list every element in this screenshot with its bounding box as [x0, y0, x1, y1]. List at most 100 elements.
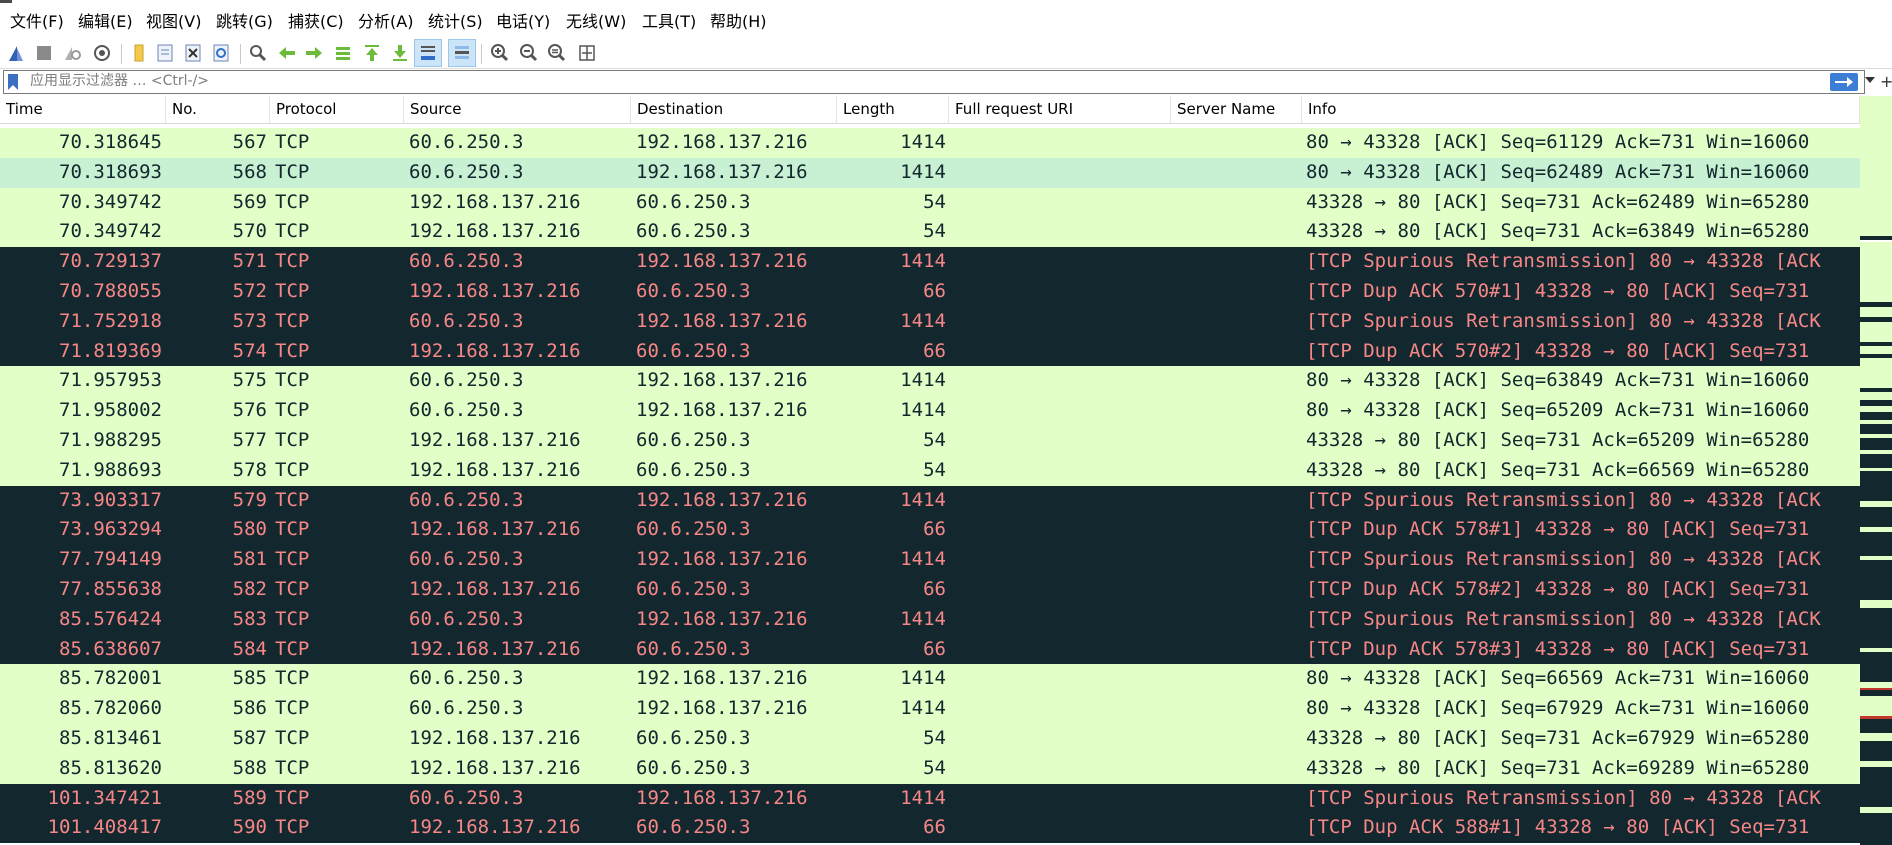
menu-edit[interactable]: 编辑(E): [78, 8, 133, 32]
packet-row[interactable]: 70.349742 569 TCP 192.168.137.216 60.6.250.3…: [0, 187, 1860, 218]
go-to-last-packet-icon[interactable]: [387, 40, 413, 66]
packet-row[interactable]: 85.638607 584 TCP 192.168.137.216 60.6.250.3…: [0, 634, 1860, 665]
column-header-server-name[interactable]: Server Name: [1171, 96, 1302, 123]
column-header-destination[interactable]: Destination: [631, 96, 837, 123]
packet-protocol: TCP: [275, 727, 310, 749]
packet-row[interactable]: 71.957953 575 TCP 60.6.250.3 192.168.137.216…: [0, 366, 1860, 397]
packet-source: 192.168.137.216: [409, 458, 581, 481]
column-header-time[interactable]: Time: [0, 96, 166, 123]
packet-source: 192.168.137.216: [409, 190, 581, 213]
column-header-length[interactable]: Length: [837, 96, 949, 123]
packet-row[interactable]: 101.408417 590 TCP 192.168.137.216 60.6.250.…: [0, 813, 1860, 844]
packet-row[interactable]: 70.349742 570 TCP 192.168.137.216 60.6.250.3…: [0, 217, 1860, 248]
packet-number: 587: [232, 727, 267, 749]
packet-time: 101.347421: [47, 786, 162, 809]
open-file-icon[interactable]: [126, 40, 152, 66]
packet-row[interactable]: 71.752918 573 TCP 60.6.250.3 192.168.137.216…: [0, 306, 1860, 337]
packet-row[interactable]: 70.318693 568 TCP 60.6.250.3 192.168.137.216…: [0, 157, 1860, 188]
menu-analyze[interactable]: 分析(A): [358, 8, 413, 32]
packet-length: 54: [923, 190, 946, 213]
packet-row[interactable]: 85.782001 585 TCP 60.6.250.3 192.168.137.216…: [0, 664, 1860, 695]
packet-row[interactable]: 73.963294 580 TCP 192.168.137.216 60.6.250.3…: [0, 515, 1860, 546]
column-header-full-request-uri[interactable]: Full request URI: [949, 96, 1171, 123]
go-to-packet-icon[interactable]: [330, 40, 356, 66]
go-back-icon[interactable]: [274, 40, 300, 66]
packet-row[interactable]: 70.318645 567 TCP 60.6.250.3 192.168.137.216…: [0, 128, 1860, 158]
reload-file-icon[interactable]: [208, 40, 234, 66]
packet-row[interactable]: 71.988295 577 TCP 192.168.137.216 60.6.250.3…: [0, 426, 1860, 456]
column-header-info[interactable]: Info: [1302, 96, 1860, 123]
toolbar-separator: [481, 44, 482, 64]
go-to-first-packet-icon[interactable]: [359, 40, 385, 66]
menu-statistics[interactable]: 统计(S): [428, 8, 483, 32]
packet-row[interactable]: 70.788055 572 TCP 192.168.137.216 60.6.250.3…: [0, 277, 1860, 307]
stop-capture-icon[interactable]: [31, 40, 57, 66]
add-filter-button[interactable]: +: [1880, 72, 1892, 91]
packet-minimap-scrollbar[interactable]: [1860, 96, 1892, 845]
column-header-protocol[interactable]: Protocol: [270, 96, 404, 123]
packet-row[interactable]: 71.958002 576 TCP 60.6.250.3 192.168.137.216…: [0, 396, 1860, 426]
packet-row[interactable]: 85.576424 583 TCP 60.6.250.3 192.168.137.216…: [0, 604, 1860, 635]
packet-length: 1414: [900, 786, 946, 809]
zoom-in-icon[interactable]: [487, 40, 513, 66]
close-file-icon[interactable]: [180, 40, 206, 66]
start-capture-icon[interactable]: [3, 40, 29, 66]
packet-number: 567: [232, 131, 267, 153]
packet-row[interactable]: 101.347421 589 TCP 60.6.250.3 192.168.137.21…: [0, 783, 1860, 814]
display-filter-field: [3, 70, 1865, 94]
auto-scroll-icon[interactable]: [414, 39, 442, 67]
packet-protocol: TCP: [275, 131, 310, 153]
packet-row[interactable]: 73.903317 579 TCP 60.6.250.3 192.168.137.216…: [0, 485, 1860, 516]
packet-row[interactable]: 77.855638 582 TCP 192.168.137.216 60.6.250.3…: [0, 575, 1860, 605]
packet-destination: 192.168.137.216: [636, 548, 808, 571]
packet-info: 80 → 43328 [ACK] Seq=66569 Ack=731 Win=1…: [1306, 667, 1810, 690]
packet-row[interactable]: 70.729137 571 TCP 60.6.250.3 192.168.137.216…: [0, 247, 1860, 277]
menu-tools[interactable]: 工具(T): [642, 8, 696, 32]
packet-list[interactable]: 70.318645 567 TCP 60.6.250.3 192.168.137.216…: [0, 128, 1860, 845]
packet-row[interactable]: 85.813461 587 TCP 192.168.137.216 60.6.250.3…: [0, 724, 1860, 754]
go-forward-icon[interactable]: [301, 40, 327, 66]
chevron-down-icon[interactable]: [1862, 69, 1878, 91]
menu-help[interactable]: 帮助(H): [710, 8, 767, 32]
packet-length: 54: [923, 429, 946, 451]
resize-columns-icon[interactable]: [574, 40, 600, 66]
menu-capture[interactable]: 捕获(C): [288, 8, 344, 32]
packet-info: [TCP Dup ACK 588#1] 43328 → 80 [ACK] Seq…: [1306, 816, 1810, 839]
menu-telephony[interactable]: 电话(Y): [496, 8, 550, 32]
minimap-stripe: [1860, 412, 1892, 420]
packet-row[interactable]: 71.819369 574 TCP 192.168.137.216 60.6.250.3…: [0, 336, 1860, 367]
packet-source: 60.6.250.3: [409, 488, 524, 511]
packet-protocol: TCP: [275, 697, 310, 720]
packet-destination: 192.168.137.216: [636, 786, 808, 809]
packet-info: [TCP Spurious Retransmission] 80 → 43328…: [1306, 786, 1821, 809]
zoom-normal-icon[interactable]: [544, 40, 570, 66]
column-header-no[interactable]: No.: [166, 96, 270, 123]
zoom-out-icon[interactable]: [516, 40, 542, 66]
packet-row[interactable]: 85.782060 586 TCP 60.6.250.3 192.168.137.216…: [0, 694, 1860, 724]
packet-protocol: TCP: [275, 339, 310, 362]
restart-capture-icon[interactable]: [59, 40, 85, 66]
packet-info: [TCP Spurious Retransmission] 80 → 43328…: [1306, 250, 1821, 273]
packet-length: 1414: [900, 131, 946, 153]
packet-source: 192.168.137.216: [409, 727, 581, 749]
packet-protocol: TCP: [275, 518, 310, 541]
bookmark-icon[interactable]: [6, 73, 20, 91]
save-file-icon[interactable]: [152, 40, 178, 66]
packet-number: 586: [232, 697, 267, 720]
column-header-source[interactable]: Source: [404, 96, 631, 123]
capture-options-icon[interactable]: [89, 40, 115, 66]
menu-go[interactable]: 跳转(G): [216, 8, 273, 32]
packet-row[interactable]: 85.813620 588 TCP 192.168.137.216 60.6.250.3…: [0, 753, 1860, 784]
packet-row[interactable]: 77.794149 581 TCP 60.6.250.3 192.168.137.216…: [0, 545, 1860, 575]
apply-filter-arrow-icon[interactable]: [1830, 73, 1858, 91]
packet-row[interactable]: 71.988693 578 TCP 192.168.137.216 60.6.250.3…: [0, 455, 1860, 486]
display-filter-input[interactable]: [30, 71, 1810, 91]
packet-info: [TCP Dup ACK 578#2] 43328 → 80 [ACK] Seq…: [1306, 578, 1810, 600]
find-packet-icon[interactable]: [245, 40, 271, 66]
menu-file[interactable]: 文件(F): [10, 8, 64, 32]
minimap-stripe: [1860, 346, 1892, 354]
packet-source: 60.6.250.3: [409, 399, 524, 422]
menu-view[interactable]: 视图(V): [146, 8, 201, 32]
menu-wireless[interactable]: 无线(W): [566, 8, 626, 32]
colorize-icon[interactable]: [448, 39, 476, 67]
